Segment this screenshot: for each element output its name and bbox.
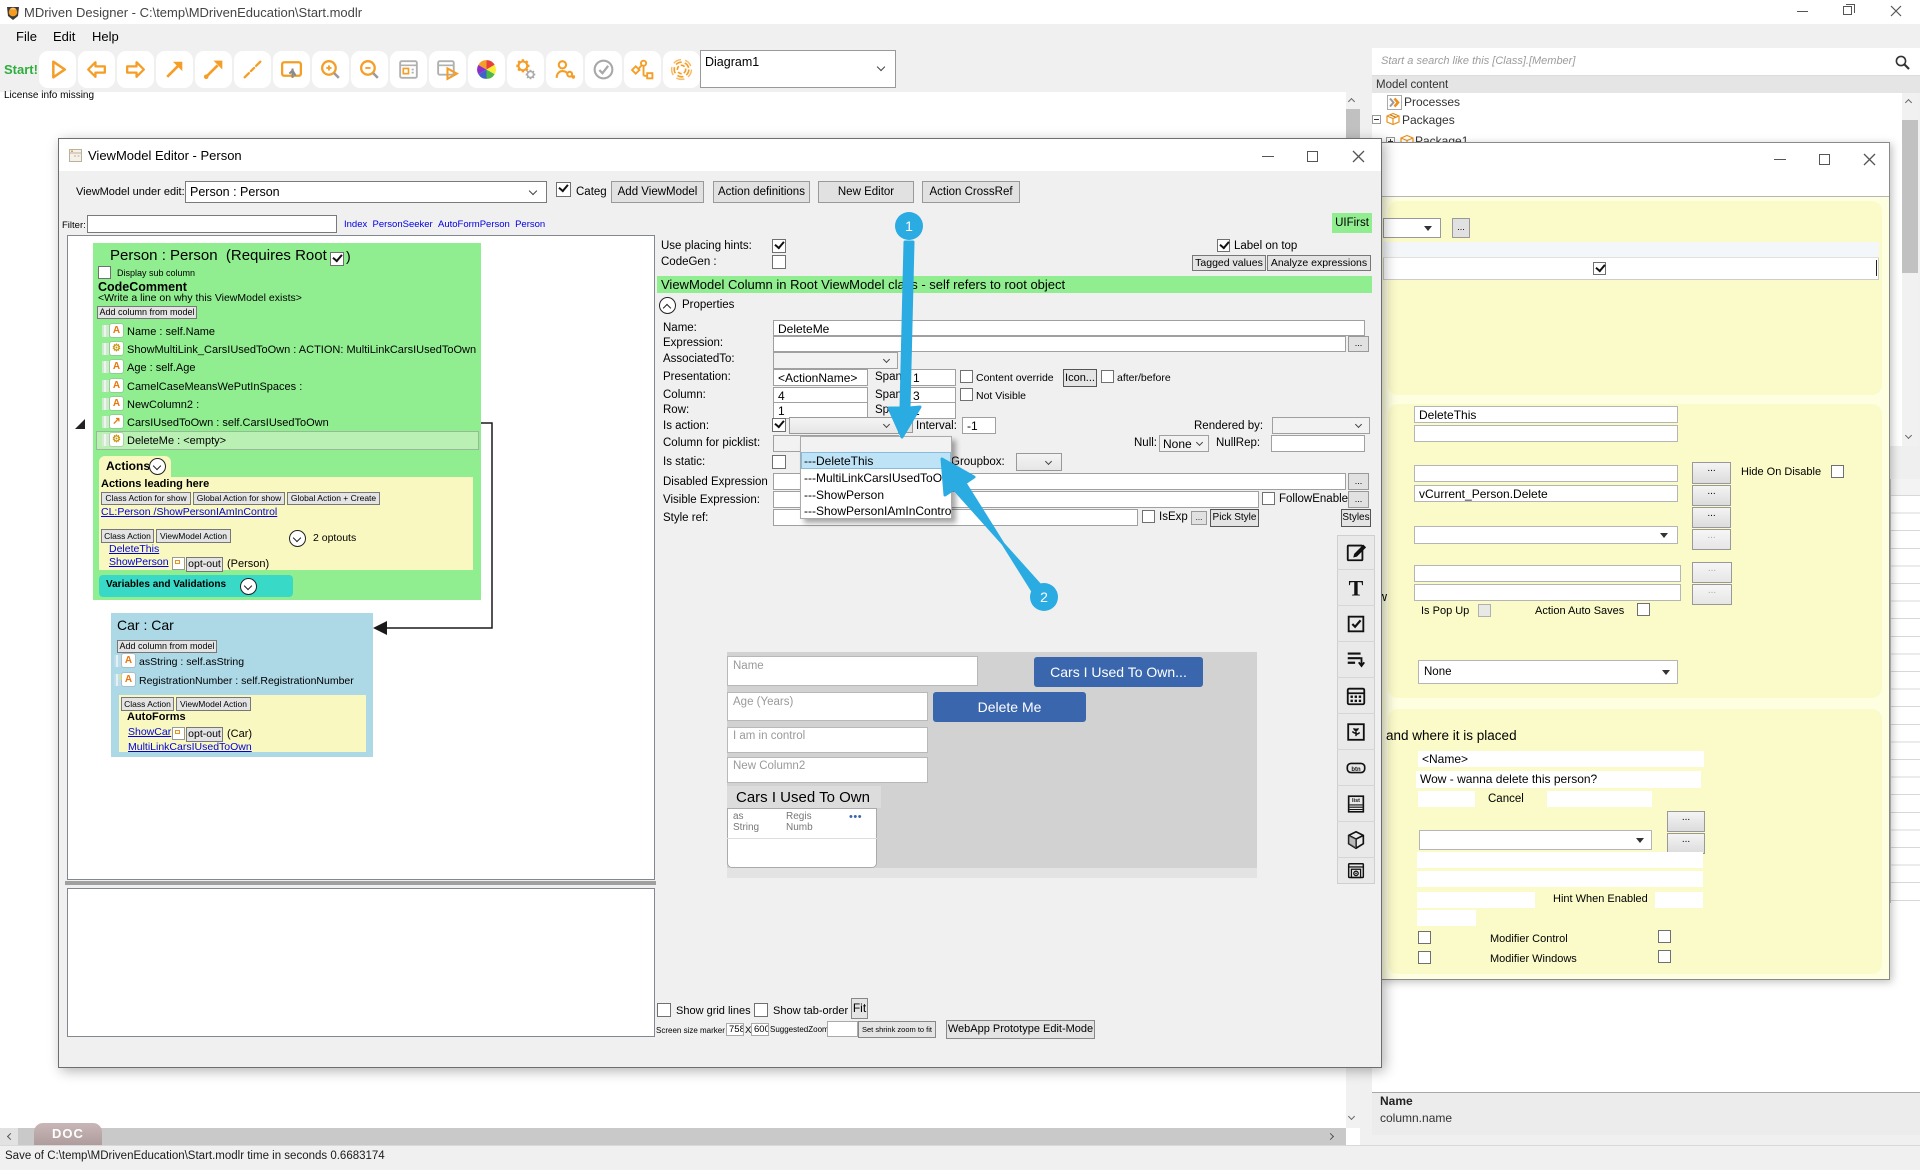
svg-text:2: 2: [1040, 589, 1048, 605]
svg-text:list: list: [1352, 798, 1360, 804]
svg-text:1: 1: [905, 218, 913, 234]
svg-text:btn: btn: [1351, 767, 1361, 773]
svg-text:T: T: [1349, 577, 1364, 599]
